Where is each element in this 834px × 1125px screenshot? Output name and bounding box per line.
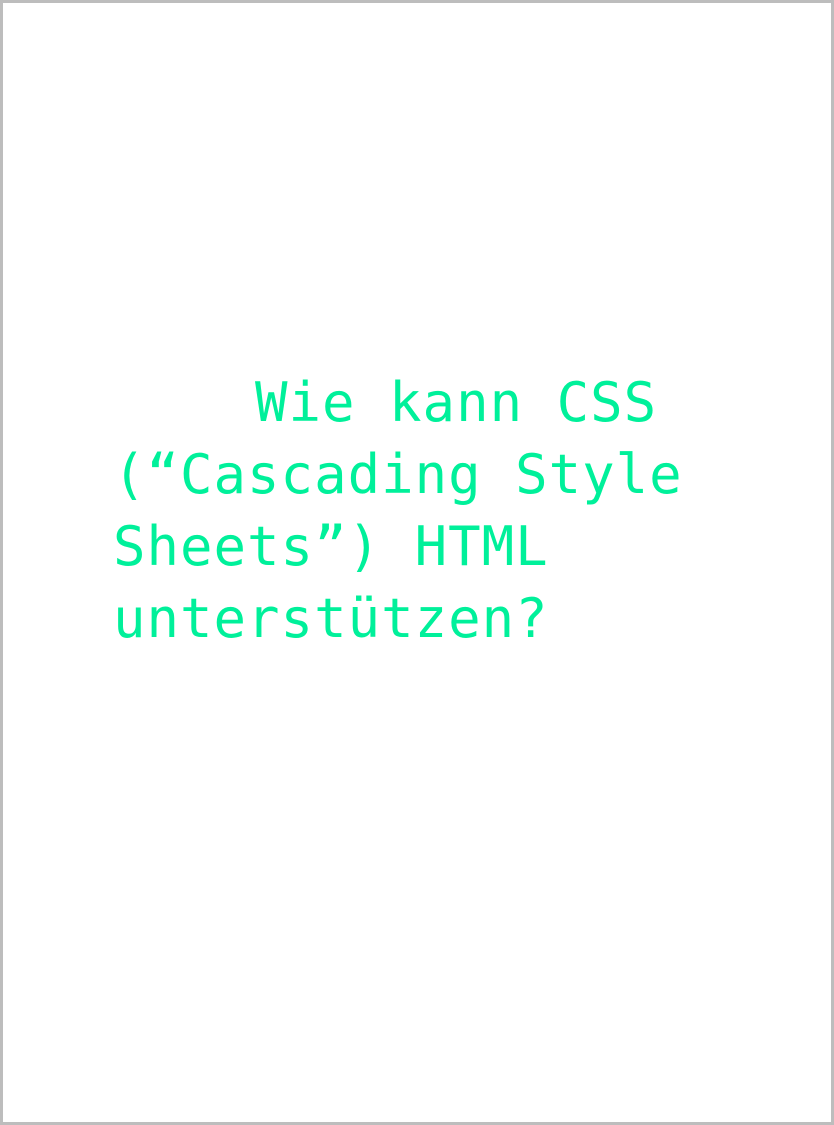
page: Wie kann CSS (“Cascading Style Sheets”) … — [0, 0, 834, 1125]
page-heading: Wie kann CSS (“Cascading Style Sheets”) … — [113, 371, 683, 650]
